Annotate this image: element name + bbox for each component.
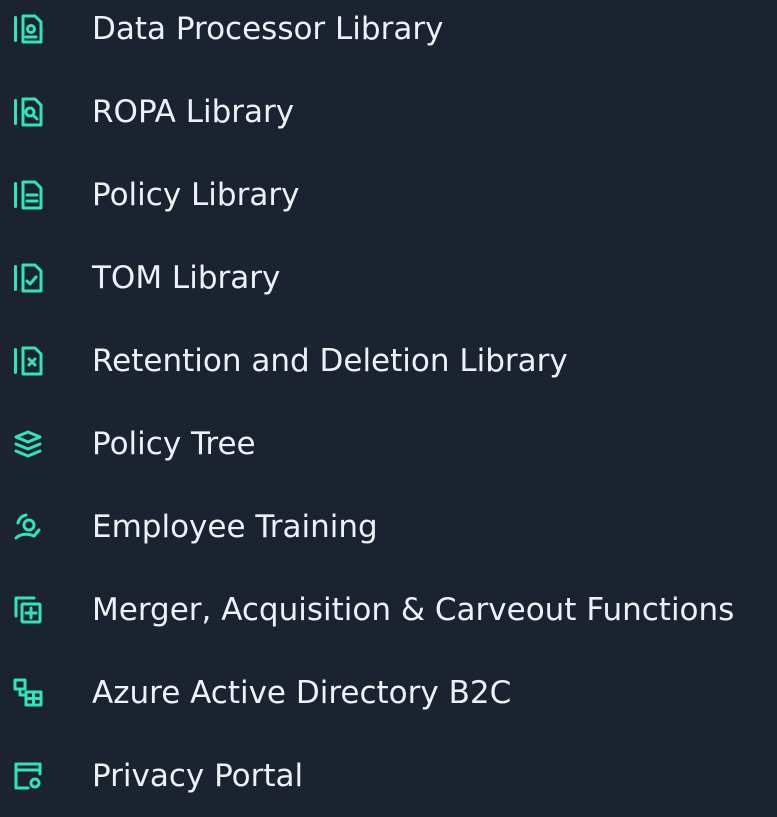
training-icon xyxy=(12,511,44,543)
document-library-icon xyxy=(12,13,44,45)
menu-item-label: Data Processor Library xyxy=(92,10,444,47)
menu-item-label: Policy Library xyxy=(92,176,300,213)
menu-item-label: TOM Library xyxy=(92,259,281,296)
menu-item-label: Policy Tree xyxy=(92,425,256,462)
portal-icon xyxy=(12,760,44,792)
directory-icon xyxy=(12,677,44,709)
policy-document-icon xyxy=(12,179,44,211)
menu-item-policy-library[interactable]: Policy Library xyxy=(0,153,777,236)
menu-item-label: Azure Active Directory B2C xyxy=(92,674,512,711)
menu-item-label: ROPA Library xyxy=(92,93,295,130)
layers-icon xyxy=(12,428,44,460)
menu-item-ropa-library[interactable]: ROPA Library xyxy=(0,70,777,153)
delete-document-icon xyxy=(12,345,44,377)
merge-icon xyxy=(12,594,44,626)
checked-document-icon xyxy=(12,262,44,294)
menu-item-label: Merger, Acquisition & Carveout Functions xyxy=(92,591,735,628)
menu-item-label: Employee Training xyxy=(92,508,378,545)
menu-item-label: Privacy Portal xyxy=(92,757,304,794)
menu-item-merger-acquisition-carveout-functions[interactable]: Merger, Acquisition & Carveout Functions xyxy=(0,568,777,651)
menu-item-tom-library[interactable]: TOM Library xyxy=(0,236,777,319)
menu-item-privacy-portal[interactable]: Privacy Portal xyxy=(0,734,777,817)
menu-item-employee-training[interactable]: Employee Training xyxy=(0,485,777,568)
document-search-icon xyxy=(12,96,44,128)
sidebar-menu: Data Processor Library ROPA Library Poli… xyxy=(0,0,777,795)
menu-item-label: Retention and Deletion Library xyxy=(92,342,568,379)
menu-item-data-processor-library[interactable]: Data Processor Library xyxy=(0,0,777,70)
menu-item-policy-tree[interactable]: Policy Tree xyxy=(0,402,777,485)
menu-item-retention-and-deletion-library[interactable]: Retention and Deletion Library xyxy=(0,319,777,402)
menu-item-azure-active-directory-b2c[interactable]: Azure Active Directory B2C xyxy=(0,651,777,734)
